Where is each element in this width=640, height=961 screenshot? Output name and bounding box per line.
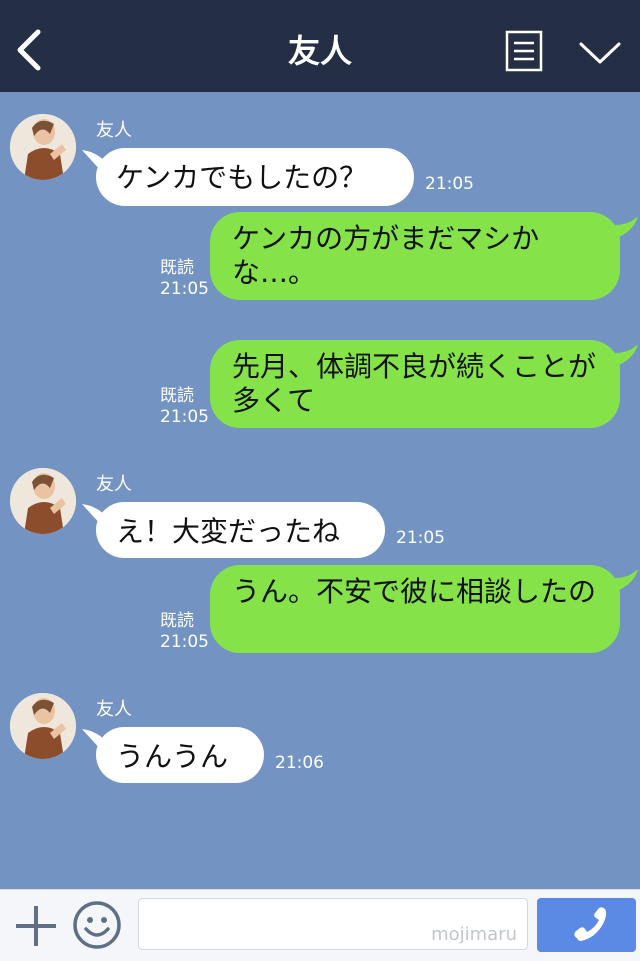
sender-name: 友人	[96, 699, 132, 720]
message-time: 21:05	[396, 528, 445, 548]
message-bubble[interactable]: ケンカの方がまだマシかな…。	[210, 212, 620, 300]
avatar[interactable]	[10, 468, 76, 534]
message-input[interactable]: mojimaru	[138, 898, 528, 950]
message-bubble[interactable]: 先月、体調不良が続くことが多くて	[210, 340, 620, 428]
sender-name: 友人	[96, 120, 132, 141]
message-bubble[interactable]: ケンカでもしたの？	[96, 148, 414, 206]
plus-icon	[16, 906, 56, 946]
message-bubble[interactable]: うんうん	[96, 727, 264, 783]
avatar[interactable]	[10, 114, 76, 180]
add-button[interactable]	[14, 904, 58, 948]
read-receipt: 既読 21:05	[160, 611, 209, 652]
message-bubble[interactable]: うん。不安で彼に相談したの	[210, 565, 620, 653]
emoji-icon	[73, 901, 121, 949]
chat-title: 友人	[287, 32, 352, 70]
emoji-button[interactable]	[72, 900, 122, 950]
chat-area[interactable]: 友人 ケンカでもしたの？ 21:05 既読 21:05 ケンカの方がまだマシかな…	[0, 92, 640, 889]
avatar[interactable]	[10, 693, 76, 759]
message-bubble[interactable]: え！大変だったね	[96, 502, 385, 558]
read-receipt: 既読 21:05	[160, 386, 209, 427]
collapse-button[interactable]	[578, 36, 622, 68]
chevron-down-icon	[579, 42, 621, 64]
menu-button[interactable]	[505, 30, 543, 72]
call-button[interactable]	[537, 898, 636, 952]
menu-icon	[505, 30, 543, 72]
watermark: mojimaru	[431, 924, 517, 945]
sender-name: 友人	[96, 474, 132, 495]
input-bar: mojimaru	[0, 889, 640, 961]
message-time: 21:06	[275, 753, 324, 773]
message-time: 21:05	[425, 174, 474, 194]
phone-icon	[574, 907, 607, 941]
read-receipt: 既読 21:05	[160, 258, 209, 299]
header: 友人	[0, 0, 640, 92]
